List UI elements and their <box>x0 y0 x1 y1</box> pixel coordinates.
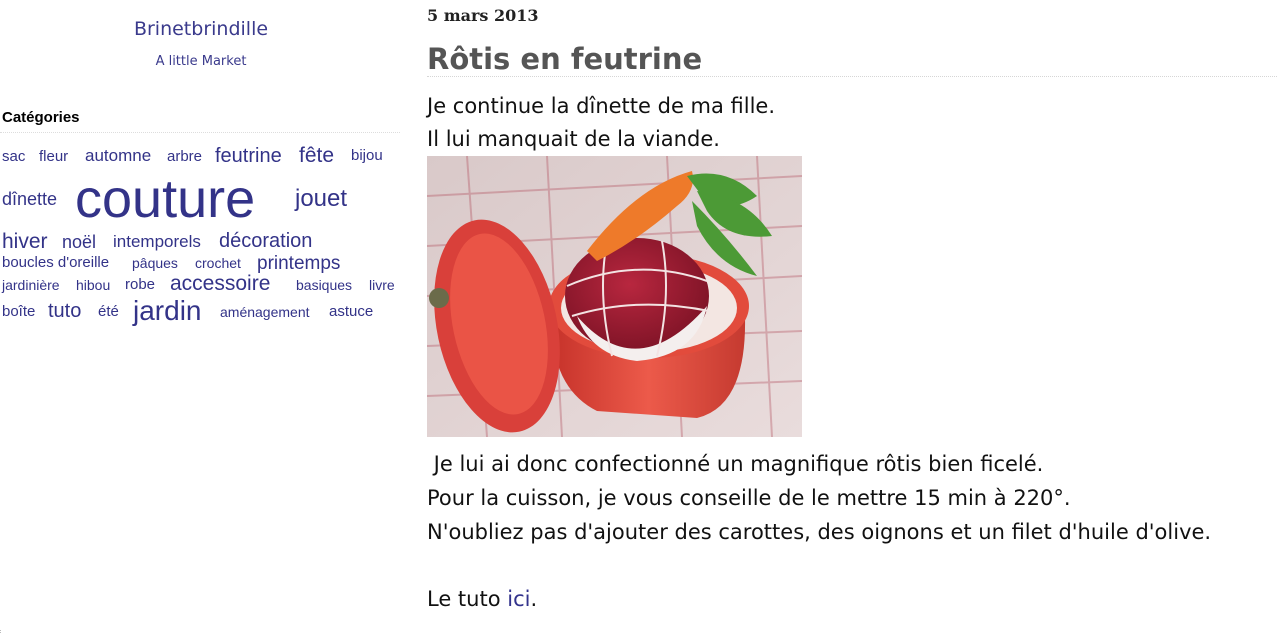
post-photo[interactable] <box>427 156 802 437</box>
tag-link-noel[interactable]: noël <box>62 233 96 251</box>
tag-link-boucles-d-oreille[interactable]: boucles d'oreille <box>2 255 109 270</box>
tag-link-ete[interactable]: été <box>98 304 119 319</box>
tag-link-automne[interactable]: automne <box>85 147 151 164</box>
tag-link-bijou[interactable]: bijou <box>351 148 383 163</box>
tag-link-arbre[interactable]: arbre <box>167 149 202 164</box>
post-date: 5 mars 2013 <box>427 6 539 25</box>
categories-divider <box>0 132 400 133</box>
post-intro-line: Je continue la dînette de ma fille. <box>427 94 776 118</box>
tuto-line: Le tuto ici. <box>427 589 537 610</box>
tag-link-tuto[interactable]: tuto <box>48 301 81 321</box>
tag-link-hiver[interactable]: hiver <box>2 231 48 252</box>
tag-link-amenagement[interactable]: aménagement <box>220 305 310 319</box>
tag-link-jardiniere[interactable]: jardinière <box>2 278 60 292</box>
tag-link-accessoire[interactable]: accessoire <box>170 273 270 294</box>
tag-link-intemporels[interactable]: intemporels <box>113 233 201 250</box>
tag-link-hibou[interactable]: hibou <box>76 278 110 292</box>
tag-link-dinette[interactable]: dînette <box>2 190 57 208</box>
categories-heading: Catégories <box>2 109 80 126</box>
tag-link-decoration[interactable]: décoration <box>219 231 312 251</box>
page-corner-mark <box>0 630 4 633</box>
post-title-divider <box>427 76 1277 77</box>
post-body-line: Pour la cuisson, je vous conseille de le… <box>427 486 1071 510</box>
tag-link-jouet[interactable]: jouet <box>295 187 347 211</box>
tag-link-sac[interactable]: sac <box>2 149 25 164</box>
tuto-suffix: . <box>530 587 538 611</box>
tag-link-robe[interactable]: robe <box>125 277 155 292</box>
tag-link-fete[interactable]: fête <box>299 145 334 166</box>
tag-link-jardin[interactable]: jardin <box>133 297 201 325</box>
tuto-prefix: Le tuto <box>427 587 508 611</box>
tag-link-basiques[interactable]: basiques <box>296 278 352 292</box>
blog-title-link[interactable]: Brinetbrindille <box>0 18 402 40</box>
tag-link-fleur[interactable]: fleur <box>39 149 68 164</box>
tag-link-crochet[interactable]: crochet <box>195 256 241 270</box>
tag-link-astuce[interactable]: astuce <box>329 304 373 319</box>
tag-link-couture[interactable]: couture <box>75 172 255 226</box>
post-title[interactable]: Rôtis en feutrine <box>427 42 702 76</box>
post-body-line: Je lui ai donc confectionné un magnifiqu… <box>427 452 1044 476</box>
tag-link-paques[interactable]: pâques <box>132 256 178 270</box>
tag-link-livre[interactable]: livre <box>369 278 395 292</box>
post-intro-line: Il lui manquait de la viande. <box>427 127 720 151</box>
tag-link-printemps[interactable]: printemps <box>257 254 340 273</box>
tag-link-boite[interactable]: boîte <box>2 304 35 319</box>
blog-description: A little Market <box>155 54 247 69</box>
tag-link-feutrine[interactable]: feutrine <box>215 146 282 166</box>
tuto-link[interactable]: ici <box>507 587 530 611</box>
post-body-line: N'oubliez pas d'ajouter des carottes, de… <box>427 520 1212 544</box>
felt-roast-photo <box>427 156 802 437</box>
